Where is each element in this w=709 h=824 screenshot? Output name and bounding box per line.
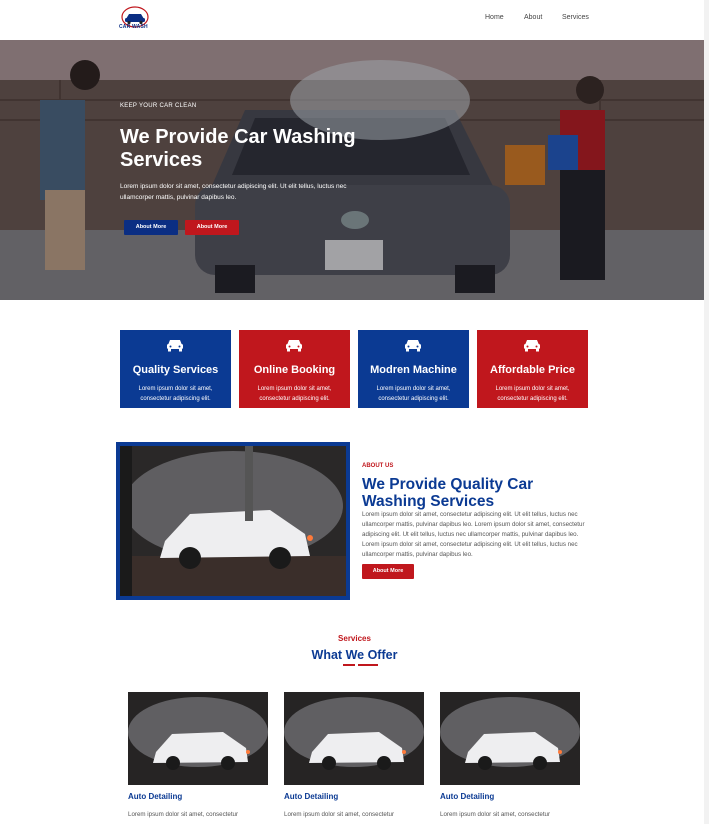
feature-online-booking[interactable]: Online Booking Lorem ipsum dolor sit ame… (239, 330, 350, 408)
feature-title: Modren Machine (370, 364, 457, 376)
feature-title: Online Booking (253, 364, 336, 376)
services-kicker: Services (338, 634, 371, 643)
feature-affordable-price[interactable]: Affordable Price Lorem ipsum dolor sit a… (477, 330, 588, 408)
about-text: Lorem ipsum dolor sit amet, consectetur … (362, 511, 585, 558)
service-card-title[interactable]: Auto Detailing (128, 792, 182, 801)
car-icon (524, 340, 540, 352)
about-image-frame (116, 442, 350, 600)
hero-title: We Provide Car Washing Services (120, 126, 356, 171)
services-title: What We Offer (311, 648, 398, 662)
service-card-image[interactable] (284, 692, 424, 785)
nav-services[interactable]: Services (562, 14, 589, 21)
feature-description: Lorem ipsum dolor sit amet, consectetur … (495, 386, 570, 402)
hero-banner: KEEP YOUR CAR CLEAN We Provide Car Washi… (0, 40, 709, 300)
site-header: CAR WASH Home About Services (0, 0, 709, 40)
about-kicker: ABOUT US (362, 463, 394, 469)
feature-description: Lorem ipsum dolor sit amet, consectetur … (376, 386, 451, 402)
hero-about-button-primary[interactable]: About More (124, 220, 178, 235)
feature-description: Lorem ipsum dolor sit amet, consectetur … (257, 386, 332, 402)
title-underline-right (358, 664, 378, 666)
nav-home[interactable]: Home (485, 14, 504, 21)
title-underline-left (343, 664, 355, 666)
feature-title: Affordable Price (490, 364, 575, 376)
logo-text: CAR WASH (119, 24, 148, 30)
feature-description: Lorem ipsum dolor sit amet, consectetur … (138, 386, 213, 402)
hero-about-button-secondary[interactable]: About More (185, 220, 239, 235)
page-scrollbar[interactable] (704, 0, 709, 824)
feature-quality-services[interactable]: Quality Services Lorem ipsum dolor sit a… (120, 330, 231, 408)
hero-kicker: KEEP YOUR CAR CLEAN (120, 103, 197, 109)
service-card-text: Lorem ipsum dolor sit amet, consectetur (284, 811, 395, 818)
car-icon (405, 340, 421, 352)
nav-about[interactable]: About (524, 14, 542, 21)
car-icon (167, 340, 183, 352)
service-card-text: Lorem ipsum dolor sit amet, consectetur (128, 811, 239, 818)
service-card-image[interactable] (128, 692, 268, 785)
hero-description: Lorem ipsum dolor sit amet, consectetur … (120, 183, 347, 201)
about-more-button[interactable]: About More (362, 564, 414, 579)
about-title: We Provide Quality Car Washing Services (362, 476, 534, 510)
service-card-image[interactable] (440, 692, 580, 785)
service-card-title[interactable]: Auto Detailing (284, 792, 338, 801)
service-card-title[interactable]: Auto Detailing (440, 792, 494, 801)
car-icon (286, 340, 302, 352)
service-card-text: Lorem ipsum dolor sit amet, consectetur (440, 811, 551, 818)
feature-modren-machine[interactable]: Modren Machine Lorem ipsum dolor sit ame… (358, 330, 469, 408)
about-car-wash-image (120, 446, 346, 596)
feature-title: Quality Services (132, 364, 219, 376)
